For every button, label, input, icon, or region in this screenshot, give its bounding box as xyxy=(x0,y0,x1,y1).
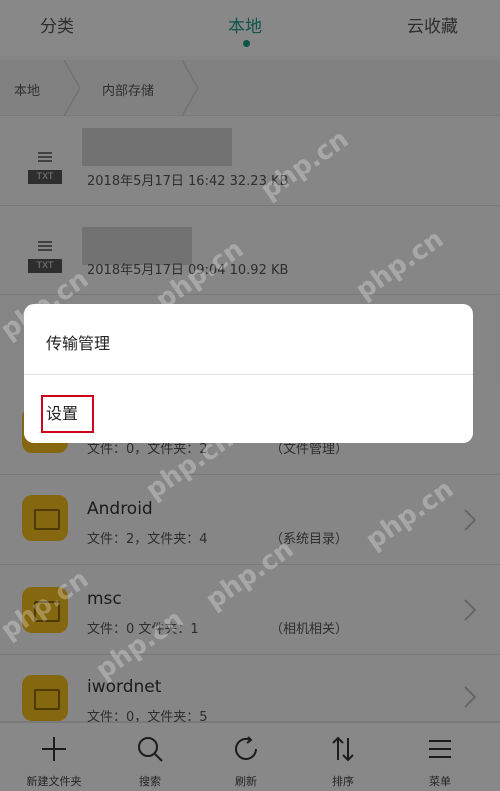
transfer-management-item[interactable]: 传输管理 xyxy=(24,304,473,372)
highlight-annotation-box xyxy=(41,395,94,433)
transfer-management-label: 传输管理 xyxy=(46,334,111,353)
options-popup-menu: 传输管理 设置 xyxy=(24,304,473,443)
